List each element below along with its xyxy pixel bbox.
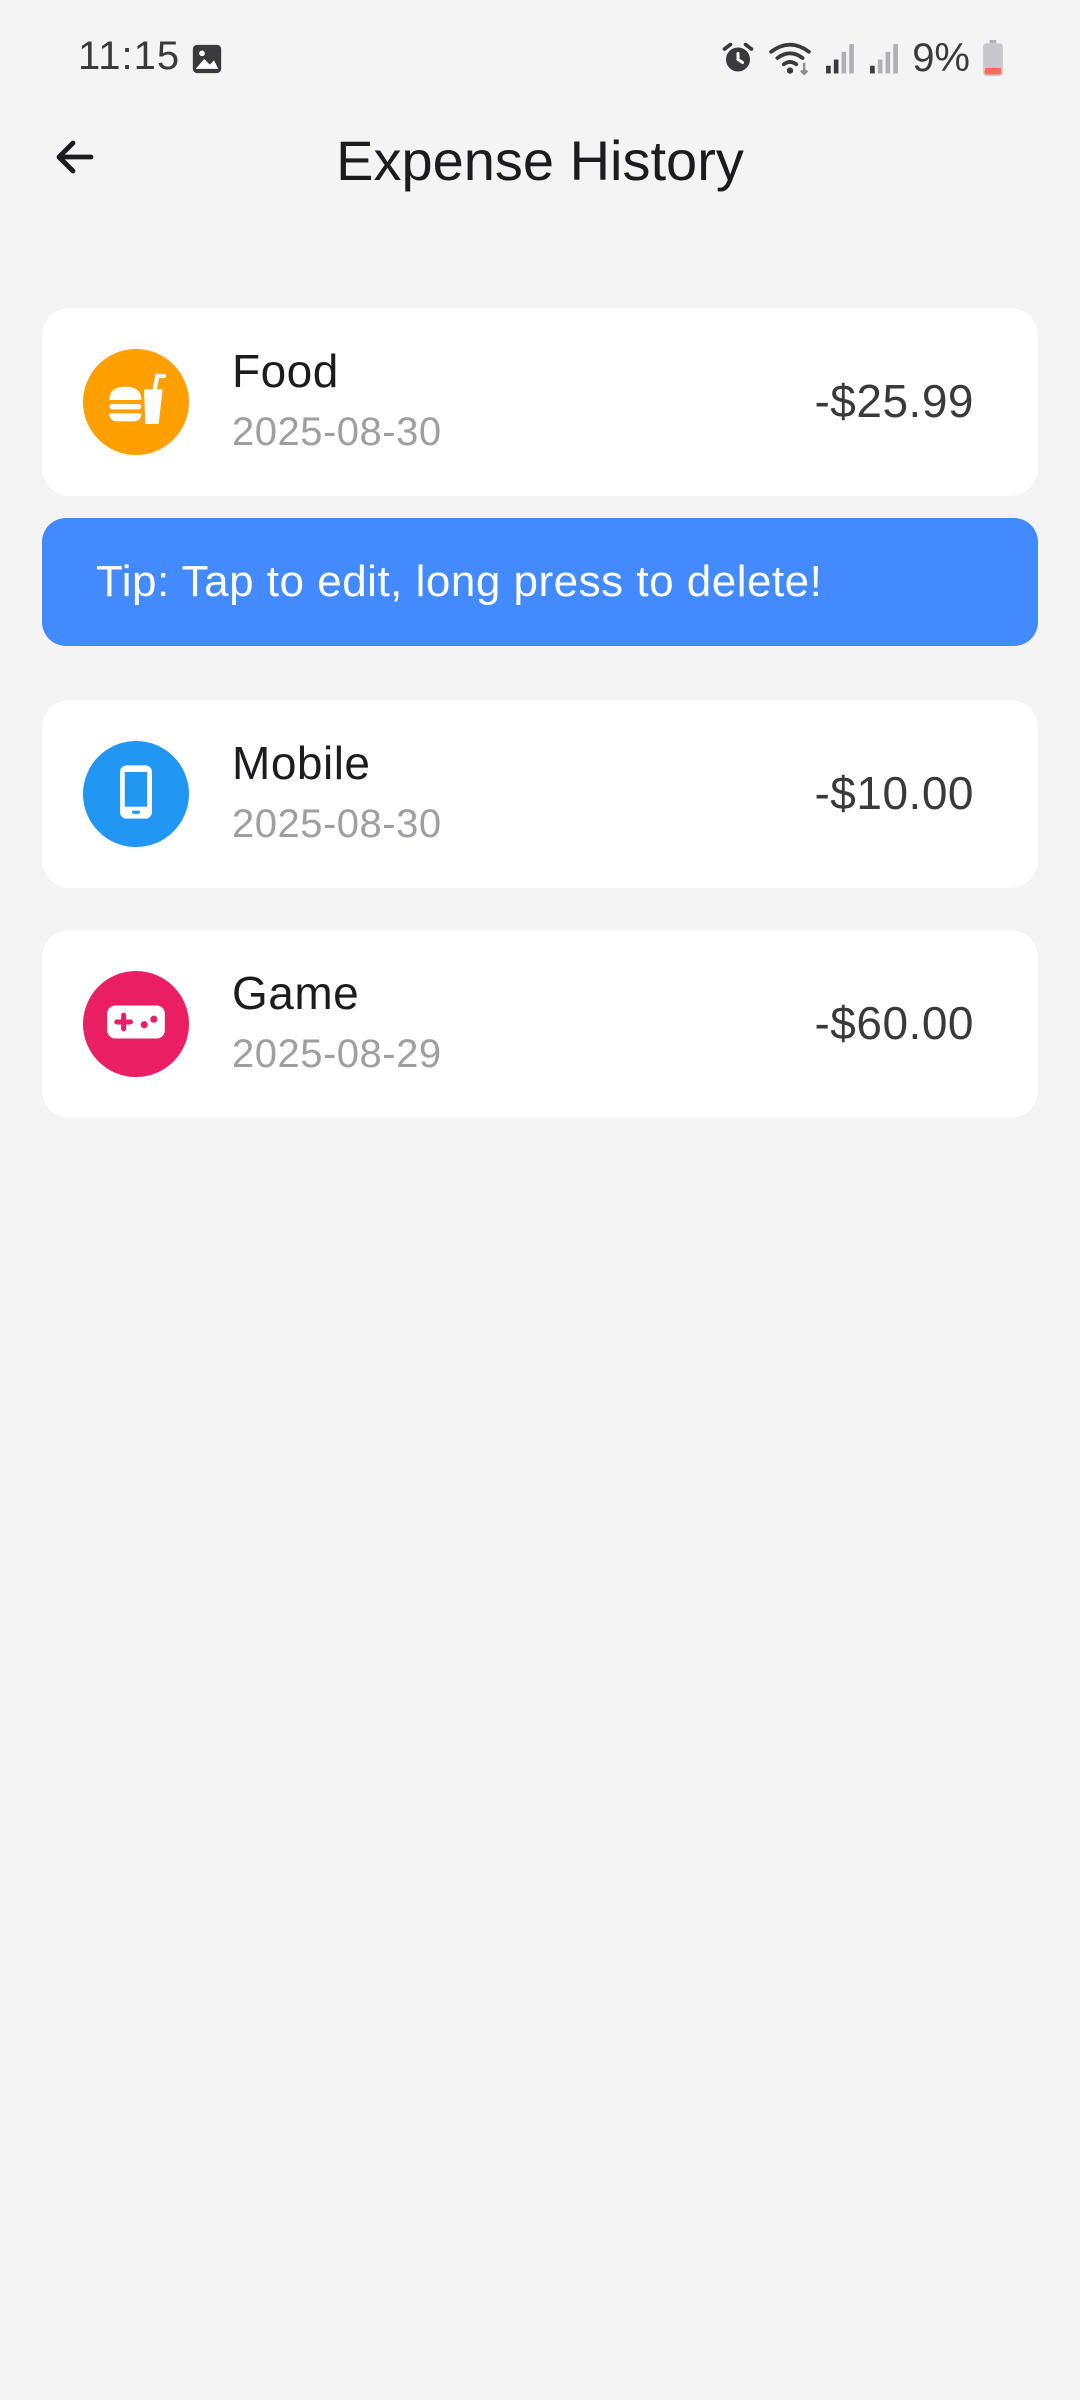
gamepad-icon — [103, 989, 169, 1060]
smartphone-icon — [104, 760, 168, 829]
fastfood-icon — [104, 368, 168, 437]
tip-banner: Tip: Tap to edit, long press to delete! — [42, 518, 1038, 646]
category-icon-circle — [83, 349, 189, 455]
signal-icon — [824, 41, 856, 75]
alarm-icon — [720, 40, 756, 76]
signal-icon — [868, 41, 900, 75]
page-title: Expense History — [336, 129, 744, 192]
expense-item-game[interactable]: Game 2025-08-29 -$60.00 — [42, 930, 1038, 1118]
expense-name: Food — [232, 345, 339, 397]
tip-text: Tip: Tap to edit, long press to delete! — [96, 557, 823, 606]
status-time: 11:15 — [78, 34, 181, 78]
expense-date: 2025-08-30 — [232, 802, 442, 846]
expense-amount: -$10.00 — [814, 767, 974, 819]
gallery-icon — [190, 42, 224, 76]
status-bar: 11:15 9% — [0, 0, 1080, 120]
category-icon-circle — [83, 971, 189, 1077]
expense-name: Mobile — [232, 737, 371, 789]
expense-date: 2025-08-30 — [232, 410, 442, 454]
battery-percent: 9% — [912, 35, 970, 80]
app-bar: Expense History — [0, 120, 1080, 200]
wifi-icon — [768, 40, 812, 76]
battery-icon — [982, 40, 1004, 76]
expense-amount: -$60.00 — [814, 997, 974, 1049]
category-icon-circle — [83, 741, 189, 847]
status-icons: 9% — [720, 36, 1004, 80]
expense-item-mobile[interactable]: Mobile 2025-08-30 -$10.00 — [42, 700, 1038, 888]
expense-item-food[interactable]: Food 2025-08-30 -$25.99 — [42, 308, 1038, 496]
expense-amount: -$25.99 — [814, 375, 974, 427]
expense-history-screen: 11:15 9% Expense History Food 2025-08-30… — [0, 0, 1080, 2400]
expense-name: Game — [232, 967, 360, 1019]
expense-date: 2025-08-29 — [232, 1032, 442, 1076]
